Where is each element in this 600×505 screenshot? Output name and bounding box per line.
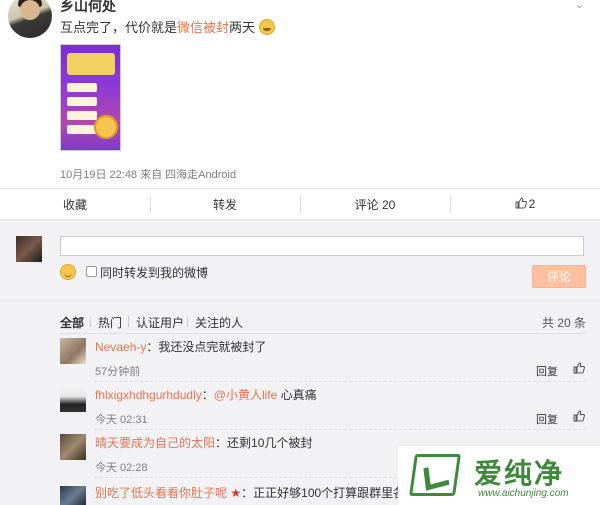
divider (90, 316, 91, 327)
post-text-part: 互点完了，代价就是 (60, 20, 178, 35)
comment-text: fhlxigxhdhgurhdudly：@小黄人life 心真痛 (95, 386, 317, 403)
comment-body: 心真痛 (277, 388, 317, 402)
comment-body: 还剩10几个被封 (227, 436, 313, 450)
reply-button[interactable]: 回复 (536, 363, 558, 379)
commenter-avatar[interactable] (60, 386, 86, 412)
comment-colon: ： (146, 340, 159, 354)
author-avatar[interactable] (8, 0, 52, 38)
comment-colon: ： (241, 486, 254, 500)
reply-button[interactable]: 回复 (536, 411, 558, 427)
divider (95, 429, 586, 430)
star-icon: ★ (230, 486, 242, 500)
repost-checkbox-label[interactable]: 同时转发到我的微博 (100, 264, 208, 281)
favorite-label: 收藏 (62, 197, 87, 212)
like-count: 2 (528, 197, 536, 211)
emoji-picker-icon[interactable] (60, 264, 76, 280)
thumbs-up-icon[interactable] (573, 410, 585, 425)
weibo-post: 乡山何处 ⌄ 互点完了，代价就是微信被封两天 10月19日 22:48 来自 四… (0, 0, 600, 188)
commenter-avatar[interactable] (60, 434, 86, 460)
comment-total-count: 共 20 条 (541, 316, 586, 330)
divider (0, 300, 600, 301)
commenter-name[interactable]: 别吃了低头看看你肚子呢 (95, 486, 227, 500)
comment-colon: ： (201, 388, 214, 402)
post-image-thumbnail[interactable] (60, 44, 121, 151)
author-name[interactable]: 乡山何处 (60, 0, 116, 16)
comment-text: 晴天要成为自己的太阳：还剩10几个被封 (95, 434, 312, 451)
comment-text: Nevaeh-y：我还没点完就被封了 (95, 338, 266, 355)
watermark-url: www.aichunjing.com (478, 488, 569, 499)
thumbs-up-icon (515, 196, 527, 212)
thumbs-up-icon[interactable] (573, 362, 585, 377)
commenter-name[interactable]: Nevaeh-y (95, 340, 146, 354)
comment-time: 今天 02:31 (95, 414, 148, 426)
divider (60, 333, 586, 334)
laugh-emoji-icon (258, 19, 275, 35)
post-text-part: 两天 (229, 20, 256, 35)
comment-colon: ： (215, 436, 228, 450)
divider (128, 316, 129, 327)
comment-button[interactable]: 评论 20 (300, 189, 450, 219)
watermark-title: 爱纯净 (474, 457, 565, 490)
comment-text: 别吃了低头看看你肚子呢 ★：正正好够100个打算跟群里各位大佬 (95, 484, 441, 501)
divider (95, 381, 586, 382)
comment-time: 57分钟前 (95, 366, 141, 378)
post-text-highlight[interactable]: 微信被封 (177, 20, 229, 35)
repost-checkbox[interactable] (86, 266, 97, 277)
post-action-bar: 收藏 转发 评论 20 2 (0, 188, 600, 220)
chevron-down-icon[interactable]: ⌄ (575, 0, 584, 11)
filter-hot[interactable]: 热门 (98, 314, 122, 331)
commenter-name[interactable]: fhlxigxhdhgurhdudly (95, 388, 202, 402)
divider (187, 316, 188, 327)
commenter-avatar[interactable] (60, 486, 86, 505)
mention-link[interactable]: @小黄人life (214, 388, 278, 402)
favorite-button[interactable]: 收藏 (0, 189, 150, 219)
post-meta: 10月19日 22:48 来自 四海走Android (60, 169, 237, 181)
like-button[interactable]: 2 (450, 189, 600, 219)
site-watermark: 爱纯净 www.aichunjing.com (398, 446, 600, 505)
commenter-name[interactable]: 晴天要成为自己的太阳 (95, 436, 215, 450)
comment-time: 今天 02:28 (95, 462, 148, 474)
repost-button[interactable]: 转发 (150, 189, 300, 219)
comment-body: 我还没点完就被封了 (158, 340, 267, 354)
commenter-avatar[interactable] (60, 338, 86, 364)
current-user-avatar[interactable] (16, 236, 42, 262)
comment-filter-bar: 全部 热门 认证用户 关注的人 共 20 条 (60, 314, 586, 330)
repost-label: 转发 (212, 197, 237, 212)
filter-verified[interactable]: 认证用户 (136, 314, 184, 331)
comment-input[interactable] (60, 236, 584, 256)
watermark-logo-icon (409, 454, 461, 496)
submit-comment-button[interactable]: 评论 (532, 265, 586, 288)
post-text: 互点完了，代价就是微信被封两天 (60, 17, 275, 36)
comment-label: 评论 20 (354, 197, 396, 212)
filter-following[interactable]: 关注的人 (195, 314, 243, 331)
filter-all[interactable]: 全部 (60, 314, 84, 331)
